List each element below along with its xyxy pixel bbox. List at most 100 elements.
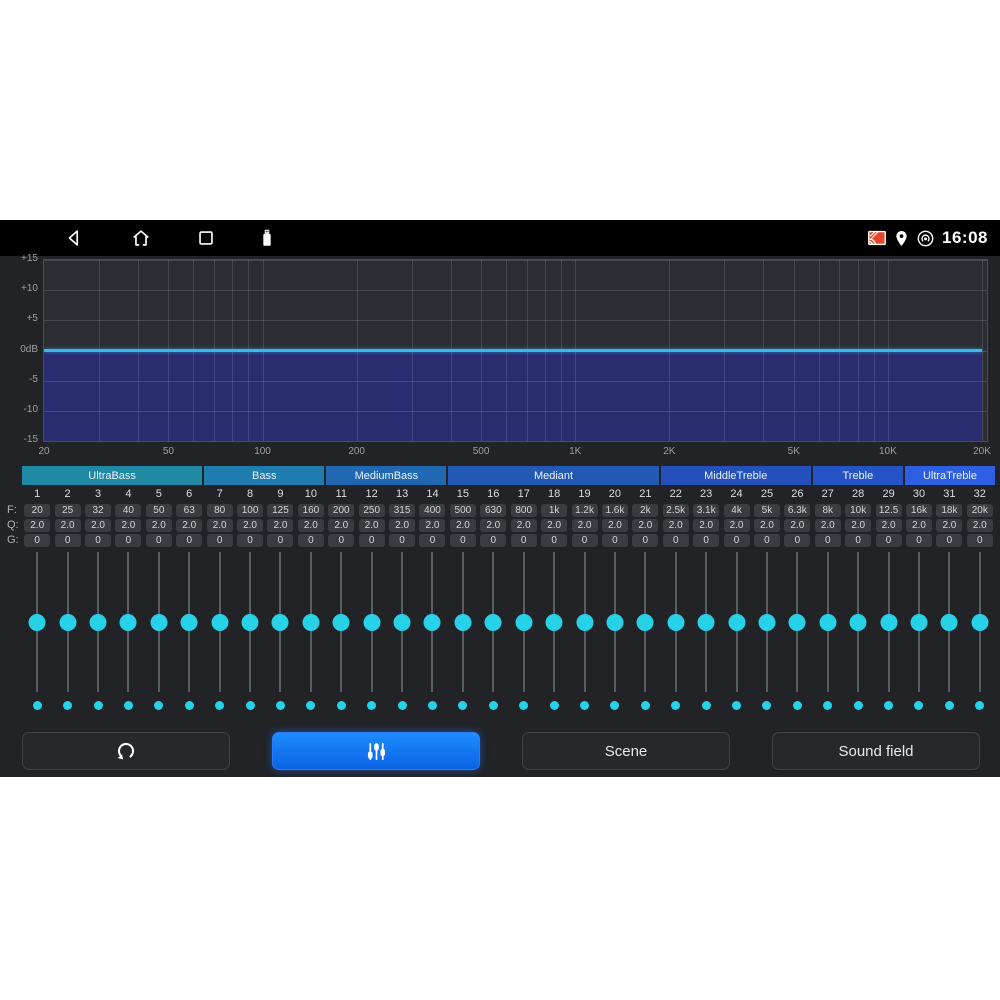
slider-thumb[interactable] [59, 614, 76, 631]
slider-thumb[interactable] [728, 614, 745, 631]
slider-thumb[interactable] [576, 614, 593, 631]
slider-thumb[interactable] [272, 614, 289, 631]
gain-slider[interactable] [52, 550, 82, 700]
slider-thumb[interactable] [120, 614, 137, 631]
q-pill: 2.0 [176, 519, 202, 532]
q-pill: 2.0 [936, 519, 962, 532]
gain-slider[interactable] [509, 550, 539, 700]
slider-thumb[interactable] [394, 614, 411, 631]
slider-thumb[interactable] [819, 614, 836, 631]
gain-slider[interactable] [691, 550, 721, 700]
gain-slider[interactable] [356, 550, 386, 700]
gain-slider[interactable] [478, 550, 508, 700]
slider-thumb[interactable] [90, 614, 107, 631]
gain-slider[interactable] [204, 550, 234, 700]
slider-thumb[interactable] [606, 614, 623, 631]
gain-slider[interactable] [782, 550, 812, 700]
channel-number: 16 [487, 488, 499, 500]
slider-thumb[interactable] [454, 614, 471, 631]
gain-pill: 0 [845, 534, 871, 547]
sound-field-button[interactable]: Sound field [772, 732, 980, 770]
gain-pill: 0 [237, 534, 263, 547]
gain-slider[interactable] [387, 550, 417, 700]
slider-thumb[interactable] [29, 614, 46, 631]
slider-indicator-dot [246, 701, 255, 710]
slider-thumb[interactable] [698, 614, 715, 631]
gain-slider[interactable] [661, 550, 691, 700]
gain-slider[interactable] [752, 550, 782, 700]
gain-slider[interactable] [417, 550, 447, 700]
gain-slider[interactable] [873, 550, 903, 700]
gain-slider[interactable] [265, 550, 295, 700]
gain-slider[interactable] [539, 550, 569, 700]
gain-slider[interactable] [83, 550, 113, 700]
slider-thumb[interactable] [424, 614, 441, 631]
curve-fill-area [44, 351, 982, 442]
slider-thumb[interactable] [211, 614, 228, 631]
gain-slider[interactable] [326, 550, 356, 700]
slider-thumb[interactable] [910, 614, 927, 631]
slider-thumb[interactable] [363, 614, 380, 631]
slider-indicator-dot [823, 701, 832, 710]
gain-pill: 0 [24, 534, 50, 547]
slider-thumb[interactable] [302, 614, 319, 631]
back-icon[interactable] [63, 227, 85, 249]
slider-thumb[interactable] [150, 614, 167, 631]
gain-slider[interactable] [144, 550, 174, 700]
recents-icon[interactable] [195, 227, 217, 249]
gain-slider[interactable] [569, 550, 599, 700]
gain-slider[interactable] [174, 550, 204, 700]
usb-icon[interactable] [255, 227, 279, 249]
home-icon[interactable] [130, 227, 152, 249]
gain-pill: 0 [55, 534, 81, 547]
gain-pill: 0 [967, 534, 993, 547]
gain-slider[interactable] [235, 550, 265, 700]
slider-thumb[interactable] [941, 614, 958, 631]
slider-thumb[interactable] [758, 614, 775, 631]
frequency-pill: 32 [85, 504, 111, 517]
gain-slider[interactable] [630, 550, 660, 700]
reset-button[interactable] [22, 732, 230, 770]
gain-slider[interactable] [965, 550, 995, 700]
frequency-pill: 8k [815, 504, 841, 517]
channel-number: 32 [974, 488, 986, 500]
gain-slider[interactable] [934, 550, 964, 700]
slider-thumb[interactable] [181, 614, 198, 631]
equalizer-tab-button[interactable] [272, 732, 480, 770]
slider-thumb[interactable] [515, 614, 532, 631]
slider-thumb[interactable] [637, 614, 654, 631]
gain-pill: 0 [298, 534, 324, 547]
gain-slider[interactable] [813, 550, 843, 700]
gain-slider[interactable] [843, 550, 873, 700]
gain-slider[interactable] [22, 550, 52, 700]
slider-thumb[interactable] [789, 614, 806, 631]
slider-thumb[interactable] [880, 614, 897, 631]
slider-thumb[interactable] [850, 614, 867, 631]
slider-thumb[interactable] [546, 614, 563, 631]
slider-indicator-dot [914, 701, 923, 710]
frequency-pill: 125 [267, 504, 293, 517]
slider-indicator-dot [215, 701, 224, 710]
gain-slider[interactable] [904, 550, 934, 700]
slider-thumb[interactable] [242, 614, 259, 631]
channel-number: 24 [730, 488, 742, 500]
q-pill: 2.0 [237, 519, 263, 532]
gain-slider[interactable] [448, 550, 478, 700]
scene-button[interactable]: Scene [522, 732, 730, 770]
gain-slider[interactable] [600, 550, 630, 700]
channel-number: 23 [700, 488, 712, 500]
channel-number: 17 [518, 488, 530, 500]
channel-number: 19 [578, 488, 590, 500]
gain-slider[interactable] [113, 550, 143, 700]
gain-slider[interactable] [721, 550, 751, 700]
slider-thumb[interactable] [667, 614, 684, 631]
equalizer-sliders-icon [364, 739, 389, 764]
q-pill: 2.0 [876, 519, 902, 532]
status-clock: 16:08 [942, 228, 988, 248]
slider-thumb[interactable] [971, 614, 988, 631]
gain-slider[interactable] [296, 550, 326, 700]
slider-thumb[interactable] [333, 614, 350, 631]
frequency-pill: 50 [146, 504, 172, 517]
slider-indicator-dot-row [22, 700, 995, 710]
slider-thumb[interactable] [485, 614, 502, 631]
